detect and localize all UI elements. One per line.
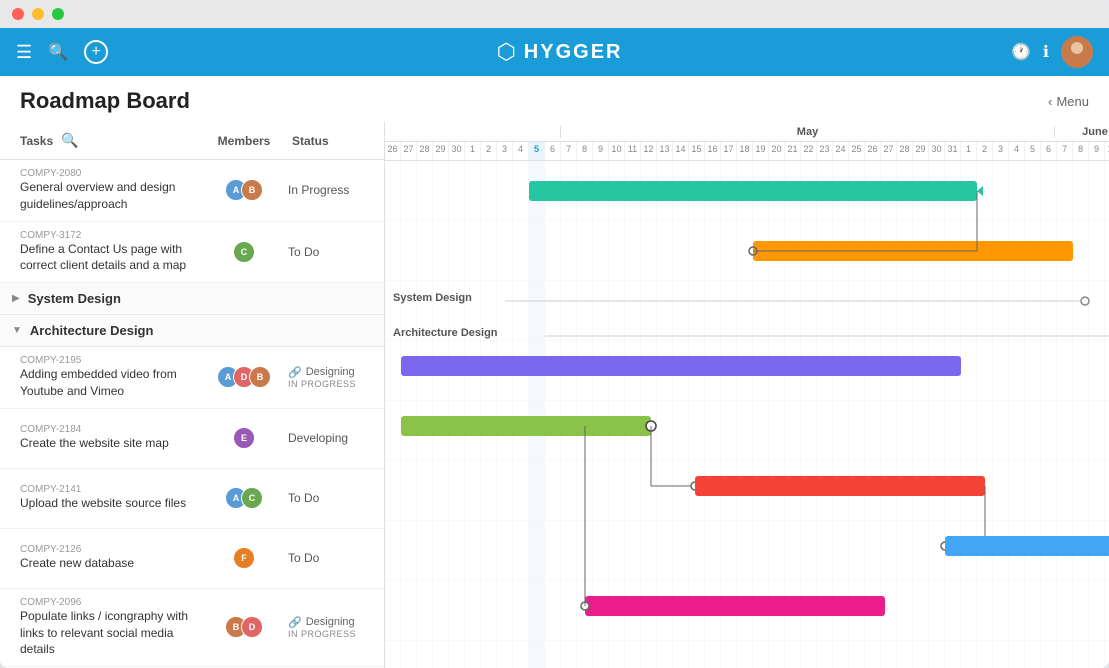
link-icon: 🔗 xyxy=(288,366,302,379)
page-header: Roadmap Board ‹ Menu xyxy=(0,76,1109,122)
col-tasks-header: Tasks 🔍 xyxy=(0,132,204,149)
left-panel: Tasks 🔍 Members Status COMPY-2080 Genera… xyxy=(0,122,385,668)
gantt-bar-2141 xyxy=(695,476,985,496)
member-avatar: E xyxy=(233,427,255,449)
member-avatar: F xyxy=(233,547,255,569)
logo-icon: ⬡ xyxy=(497,39,516,65)
gantt-bar-2184 xyxy=(401,416,651,436)
task-members: E xyxy=(204,427,284,449)
main-content: Roadmap Board ‹ Menu Tasks 🔍 Members Sta… xyxy=(0,76,1109,668)
task-id: COMPY-2126 xyxy=(20,544,196,555)
minimize-button[interactable] xyxy=(32,8,44,20)
window-chrome xyxy=(0,0,1109,28)
gantt-bar-2096 xyxy=(585,596,885,616)
task-row: COMPY-2195 Adding embedded video from Yo… xyxy=(0,347,384,409)
task-members: F xyxy=(204,547,284,569)
task-members: A B xyxy=(204,179,284,201)
group-name: Architecture Design xyxy=(30,323,154,338)
task-id: COMPY-2195 xyxy=(20,355,196,366)
group-row-architecture-design[interactable]: ▼ Architecture Design xyxy=(0,315,384,347)
group-name: System Design xyxy=(28,291,121,306)
gantt-header: May June 2627282930123456789101112131415… xyxy=(385,122,1109,161)
content-body: Tasks 🔍 Members Status COMPY-2080 Genera… xyxy=(0,122,1109,668)
task-name[interactable]: Create new database xyxy=(20,555,196,572)
task-row: COMPY-2184 Create the website site map E… xyxy=(0,409,384,469)
task-name[interactable]: Populate links / icongraphy with links t… xyxy=(20,608,196,658)
task-info: COMPY-2195 Adding embedded video from Yo… xyxy=(0,355,204,400)
task-name[interactable]: Define a Contact Us page with correct cl… xyxy=(20,241,196,275)
task-info: COMPY-2096 Populate links / icongraphy w… xyxy=(0,597,204,658)
task-name[interactable]: General overview and design guidelines/a… xyxy=(20,179,196,213)
task-row: COMPY-2141 Upload the website source fil… xyxy=(0,469,384,529)
task-status: To Do xyxy=(284,549,384,567)
user-avatar[interactable] xyxy=(1061,36,1093,68)
task-id: COMPY-3172 xyxy=(20,230,196,241)
member-avatar: C xyxy=(233,241,255,263)
member-avatar: B xyxy=(249,366,271,388)
clock-icon[interactable]: 🕐 xyxy=(1011,42,1031,62)
task-members: B D xyxy=(204,616,284,638)
task-row: COMPY-2126 Create new database F To Do xyxy=(0,529,384,589)
top-nav: ☰ 🔍 + ⬡ HYGGER 🕐 ℹ xyxy=(0,28,1109,76)
column-headers: Tasks 🔍 Members Status xyxy=(0,122,384,160)
gantt-bar-task1 xyxy=(529,181,977,201)
add-button[interactable]: + xyxy=(84,40,108,64)
task-info: COMPY-2184 Create the website site map xyxy=(0,424,204,452)
task-info: COMPY-2080 General overview and design g… xyxy=(0,168,204,213)
task-name[interactable]: Create the website site map xyxy=(20,435,196,452)
col-members-header: Members xyxy=(204,134,284,148)
task-name[interactable]: Adding embedded video from Youtube and V… xyxy=(20,366,196,400)
task-info: COMPY-2126 Create new database xyxy=(0,544,204,572)
search-tasks-icon[interactable]: 🔍 xyxy=(61,132,78,149)
task-status: To Do xyxy=(284,243,384,261)
hamburger-icon[interactable]: ☰ xyxy=(16,42,32,63)
member-avatar: C xyxy=(241,487,263,509)
gantt-bar-2195 xyxy=(401,356,961,376)
task-id: COMPY-2096 xyxy=(20,597,196,608)
maximize-button[interactable] xyxy=(52,8,64,20)
month-label-april xyxy=(385,126,561,138)
task-members: A C xyxy=(204,487,284,509)
group-row-system-design[interactable]: ▶ System Design xyxy=(0,283,384,315)
task-status: 🔗Designing IN PROGRESS xyxy=(284,616,384,639)
menu-button[interactable]: ‹ Menu xyxy=(1048,94,1089,109)
task-row: COMPY-2080 General overview and design g… xyxy=(0,160,384,222)
task-id: COMPY-2080 xyxy=(20,168,196,179)
logo-text: HYGGER xyxy=(524,41,623,64)
page-title: Roadmap Board xyxy=(20,88,190,114)
gantt-chart: System Design Architecture Design xyxy=(385,161,1109,668)
tasks-list: COMPY-2080 General overview and design g… xyxy=(0,160,384,668)
group-toggle-icon: ▶ xyxy=(12,293,20,304)
task-id: COMPY-2184 xyxy=(20,424,196,435)
task-members: C xyxy=(204,241,284,263)
task-status: To Do xyxy=(284,489,384,507)
task-status: In Progress xyxy=(284,181,384,199)
member-avatar: D xyxy=(241,616,263,638)
task-status: 🔗Designing IN PROGRESS xyxy=(284,366,384,389)
group-toggle-icon: ▼ xyxy=(12,325,22,336)
task-id: COMPY-2141 xyxy=(20,484,196,495)
right-panel[interactable]: May June 2627282930123456789101112131415… xyxy=(385,122,1109,668)
task-info: COMPY-2141 Upload the website source fil… xyxy=(0,484,204,512)
task-info: COMPY-3172 Define a Contact Us page with… xyxy=(0,230,204,275)
gantt-group-label-system: System Design xyxy=(393,292,472,304)
task-row: COMPY-3172 Define a Contact Us page with… xyxy=(0,222,384,284)
task-name[interactable]: Upload the website source files xyxy=(20,495,196,512)
member-avatar: B xyxy=(241,179,263,201)
task-members: A D B xyxy=(204,366,284,388)
link-icon: 🔗 xyxy=(288,616,302,629)
close-button[interactable] xyxy=(12,8,24,20)
task-status: Developing xyxy=(284,429,384,447)
gantt-days-row: 2627282930123456789101112131415161718192… xyxy=(385,142,1109,160)
month-label-june: June xyxy=(1055,126,1109,138)
search-icon[interactable]: 🔍 xyxy=(48,42,68,62)
gantt-bar-2126 xyxy=(945,536,1109,556)
info-icon[interactable]: ℹ xyxy=(1043,42,1049,62)
col-status-header: Status xyxy=(284,134,384,148)
gantt-group-label-arch: Architecture Design xyxy=(393,327,498,339)
month-label-may: May xyxy=(561,126,1055,138)
task-row: COMPY-2096 Populate links / icongraphy w… xyxy=(0,589,384,667)
